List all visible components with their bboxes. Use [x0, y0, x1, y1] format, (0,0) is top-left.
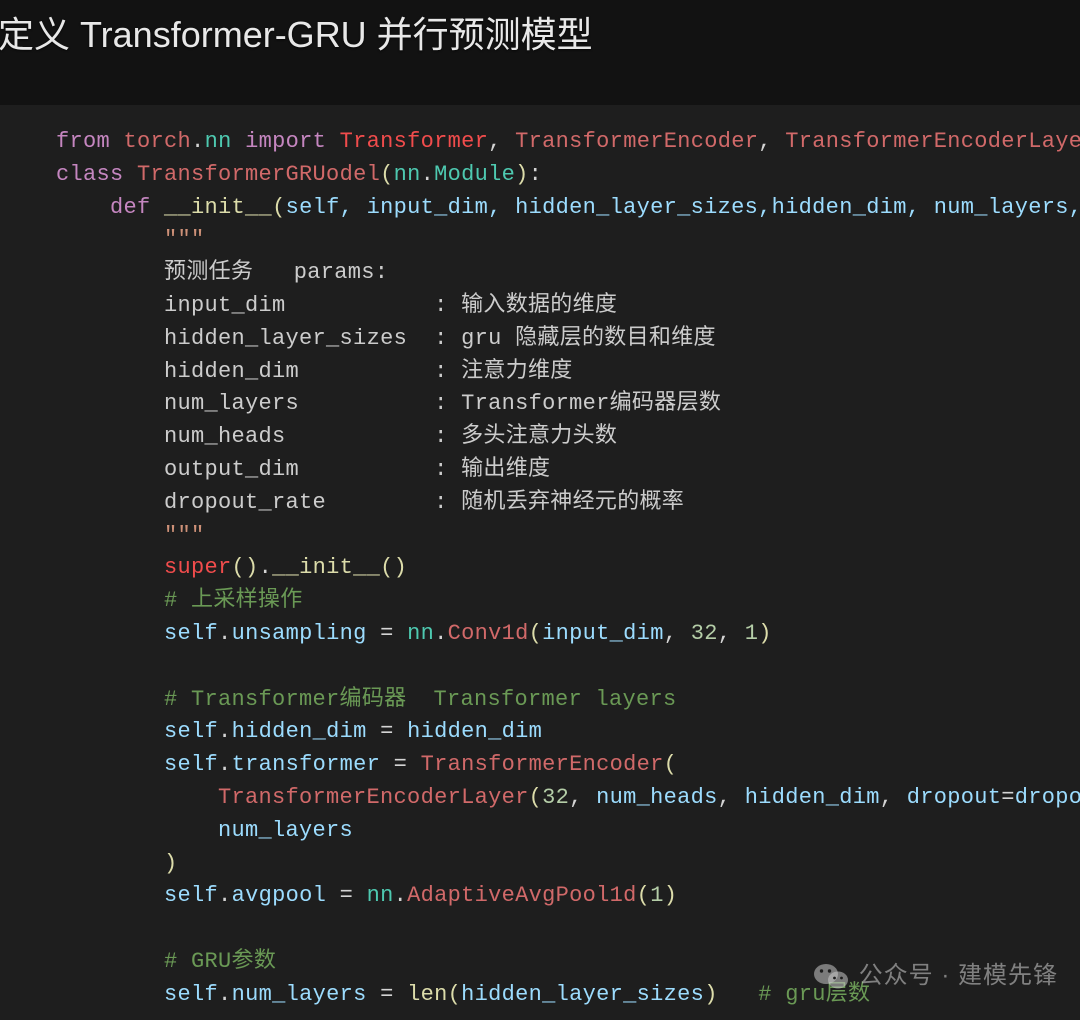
- docparam-output_dim: output_dim : 输出维度: [56, 457, 550, 482]
- code-line-docend: """: [56, 523, 205, 548]
- code-line-numlayers-arg: num_layers: [56, 818, 353, 843]
- docparam-hidden_dim: hidden_dim : 注意力维度: [56, 359, 573, 384]
- code-line-conv1d: self.unsampling = nn.Conv1d(input_dim, 3…: [56, 621, 772, 646]
- code-comment-transformer: # Transformer编码器 Transformer layers: [56, 687, 677, 712]
- page: 定义 Transformer-GRU 并行预测模型 from torch.nn …: [0, 0, 1080, 1020]
- code-line-hiddendim: self.hidden_dim = hidden_dim: [56, 719, 542, 744]
- docparam-input_dim: input_dim : 输入数据的维度: [56, 293, 617, 318]
- code-line-5: 预测任务 params:: [56, 260, 388, 285]
- wechat-icon: [813, 961, 849, 991]
- docparam-dropout_rate: dropout_rate : 随机丢弃神经元的概率: [56, 490, 684, 515]
- watermark-text: 公众号 · 建模先锋: [859, 958, 1058, 994]
- code-line-transformerenc: self.transformer = TransformerEncoder(: [56, 752, 677, 777]
- code-line-numlayers: self.num_layers = len(hidden_layer_sizes…: [56, 982, 870, 1007]
- code-line-super: super().__init__(): [56, 555, 407, 580]
- code-line-2: class TransformerGRUodel(nn.Module):: [56, 162, 542, 187]
- page-title: 定义 Transformer-GRU 并行预测模型: [0, 8, 593, 62]
- code-line-avgpool: self.avgpool = nn.AdaptiveAvgPool1d(1): [56, 883, 677, 908]
- code-line-1: from torch.nn import Transformer, Transf…: [56, 129, 1080, 154]
- code-block: from torch.nn import Transformer, Transf…: [0, 104, 1080, 1012]
- docparam-hidden_layer_sizes: hidden_layer_sizes : gru 隐藏层的数目和维度: [56, 326, 716, 351]
- code-comment-gru: # GRU参数: [56, 949, 276, 974]
- code-line-closeparen: ): [56, 851, 178, 876]
- docparam-num_layers: num_layers : Transformer编码器层数: [56, 391, 721, 416]
- code-line-4: """: [56, 227, 205, 252]
- code-line-3: def __init__(self, input_dim, hidden_lay…: [56, 195, 1080, 220]
- docparam-num_heads: num_heads : 多头注意力头数: [56, 424, 617, 449]
- code-line-enclayer: TransformerEncoderLayer(32, num_heads, h…: [56, 785, 1080, 810]
- code-comment-upsample: # 上采样操作: [56, 588, 303, 613]
- wechat-watermark: 公众号 · 建模先锋: [813, 958, 1058, 994]
- title-bar: 定义 Transformer-GRU 并行预测模型: [0, 0, 1080, 104]
